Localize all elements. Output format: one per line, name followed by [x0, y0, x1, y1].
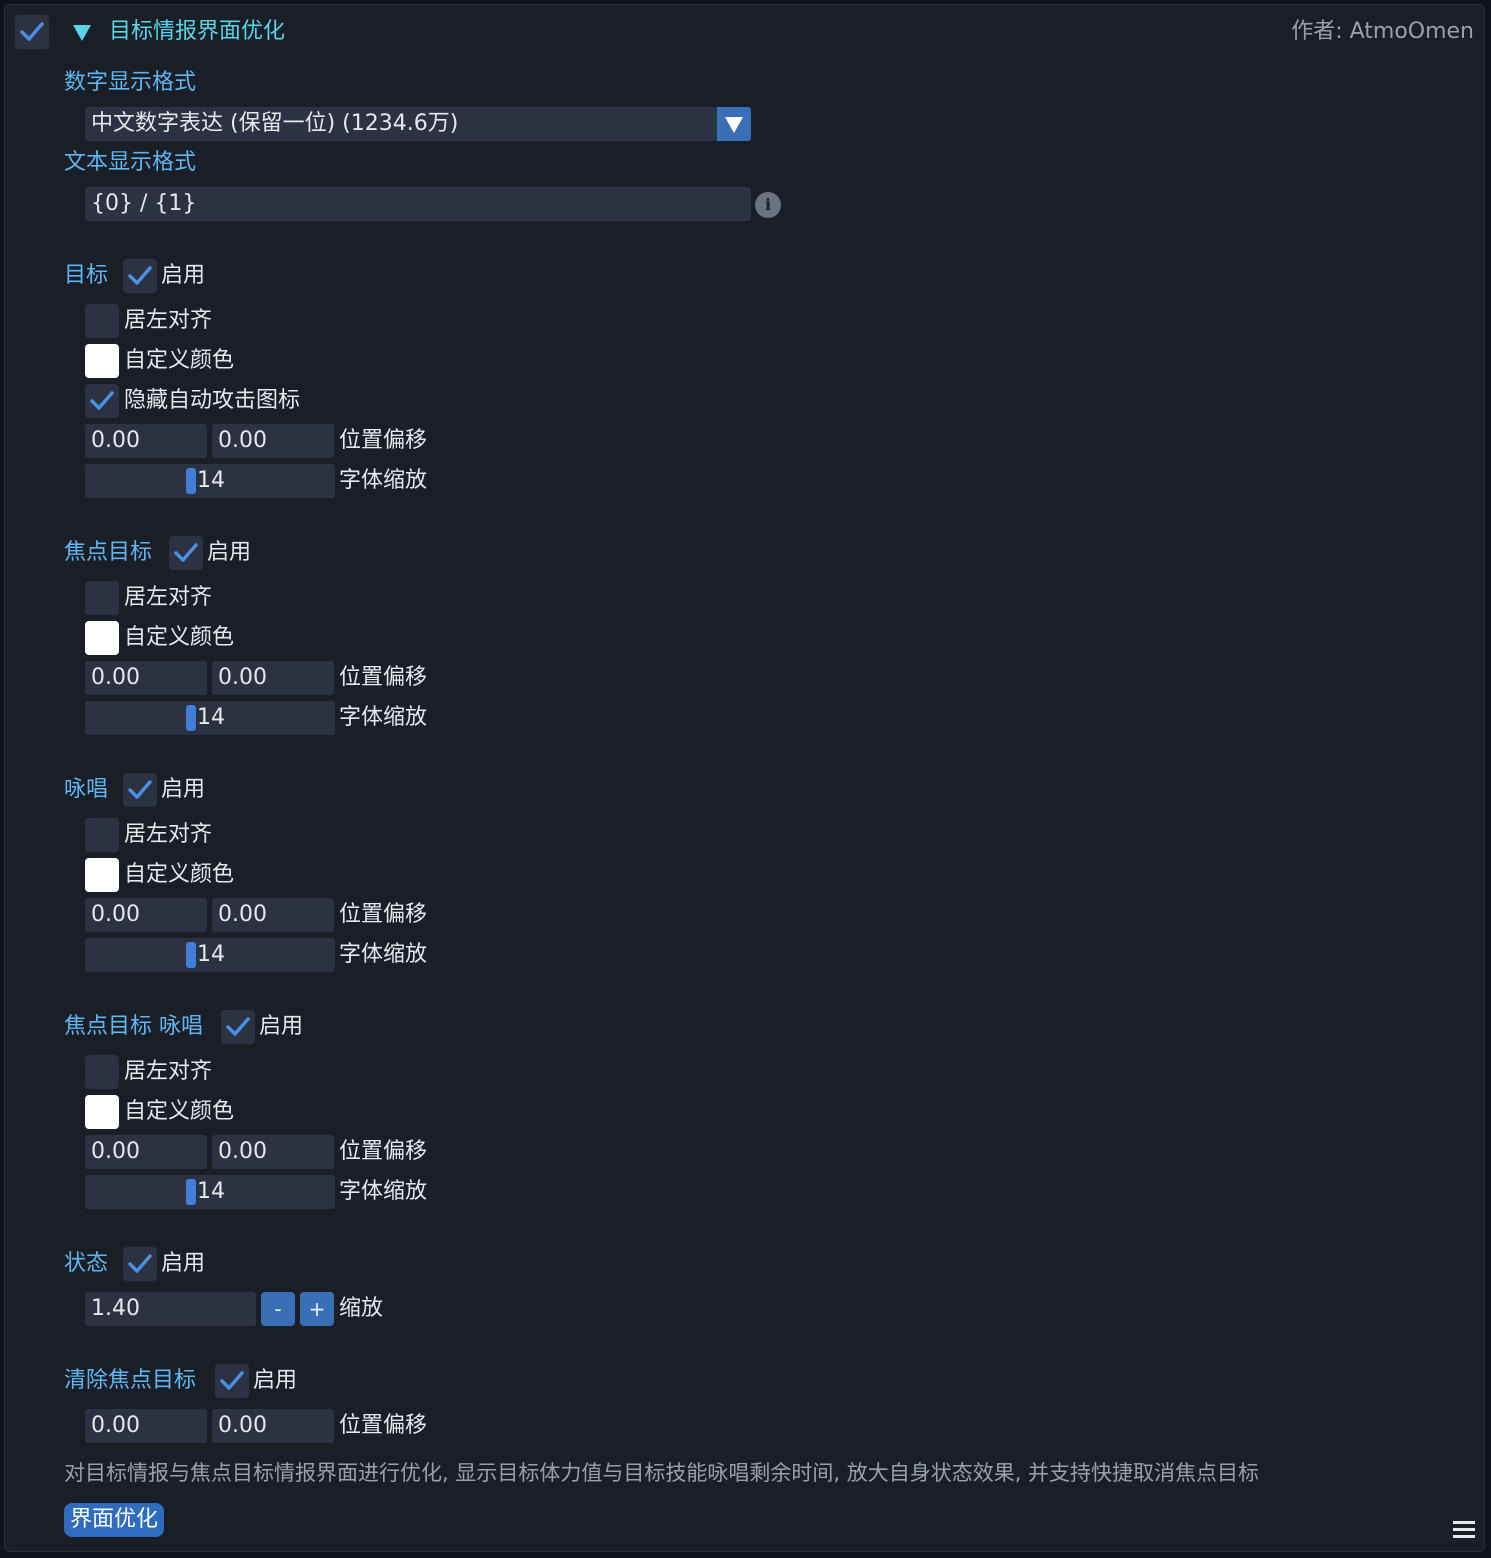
target-font-scale-slider[interactable]: 14: [85, 464, 335, 498]
module-description: 对目标情报与焦点目标情报界面进行优化, 显示目标体力值与目标技能咏唱剩余时间, …: [64, 1461, 1260, 1485]
target-align-left-checkbox[interactable]: [85, 304, 119, 338]
cast-enable-checkbox[interactable]: [123, 773, 157, 807]
status-scale-input[interactable]: 1.40: [85, 1292, 256, 1326]
focus-cast-offset-x-input[interactable]: 0.00: [85, 1135, 207, 1169]
focus-cast-enable-checkbox[interactable]: [221, 1010, 255, 1044]
focus-cast-align-left-checkbox[interactable]: [85, 1055, 119, 1089]
number-format-label: 数字显示格式: [64, 70, 197, 95]
focus-offset-x-input[interactable]: 0.00: [85, 661, 207, 695]
cast-enable-label: 启用: [161, 777, 206, 802]
focus-cast-custom-color-label: 自定义颜色: [124, 1099, 235, 1124]
dropdown-arrow[interactable]: [717, 107, 751, 141]
section-cast-title: 咏唱: [64, 777, 109, 802]
target-offset-x-input[interactable]: 0.00: [85, 424, 207, 458]
section-target-title: 目标: [64, 263, 109, 288]
focus-custom-color-label: 自定义颜色: [124, 625, 235, 650]
cast-font-scale-label: 字体缩放: [339, 942, 428, 967]
target-hide-auto-attack-label: 隐藏自动攻击图标: [124, 388, 301, 413]
section-status-title: 状态: [64, 1251, 109, 1276]
target-custom-color-label: 自定义颜色: [124, 348, 235, 373]
module-panel: 目标情报界面优化 作者: AtmoOmen 数字显示格式 中文数字表达 (保留一…: [4, 4, 1485, 1552]
checkmark-icon: [128, 1254, 152, 1273]
hamburger-menu-icon[interactable]: [1453, 1520, 1475, 1540]
focus-cast-offset-y-input[interactable]: 0.00: [212, 1135, 334, 1169]
author-label: 作者: AtmoOmen: [1291, 19, 1474, 44]
target-enable-label: 启用: [161, 263, 206, 288]
cast-offset-label: 位置偏移: [339, 902, 428, 927]
focus-cast-align-left-label: 居左对齐: [124, 1059, 213, 1084]
clear-focus-enable-label: 启用: [253, 1368, 298, 1393]
slider-value: 14: [197, 705, 225, 730]
focus-cast-offset-label: 位置偏移: [339, 1139, 428, 1164]
text-format-input[interactable]: {0} / {1}: [85, 187, 751, 221]
status-enable-checkbox[interactable]: [123, 1247, 157, 1281]
cast-custom-color-checkbox[interactable]: [85, 858, 119, 892]
target-enable-checkbox[interactable]: [123, 259, 157, 293]
status-scale-plus-button[interactable]: +: [300, 1292, 334, 1326]
target-font-scale-label: 字体缩放: [339, 468, 428, 493]
status-scale-label: 缩放: [339, 1296, 384, 1321]
slider-thumb[interactable]: [186, 1179, 196, 1205]
clear-focus-offset-label: 位置偏移: [339, 1413, 428, 1438]
cast-font-scale-slider[interactable]: 14: [85, 938, 335, 972]
target-offset-label: 位置偏移: [339, 428, 428, 453]
target-align-left-label: 居左对齐: [124, 308, 213, 333]
clear-focus-offset-x-input[interactable]: 0.00: [85, 1409, 207, 1443]
target-custom-color-checkbox[interactable]: [85, 344, 119, 378]
slider-value: 14: [197, 942, 225, 967]
focus-cast-font-scale-label: 字体缩放: [339, 1179, 428, 1204]
focus-cast-font-scale-slider[interactable]: 14: [85, 1175, 335, 1209]
number-format-dropdown[interactable]: 中文数字表达 (保留一位) (1234.6万): [85, 107, 751, 141]
triangle-down-icon[interactable]: [73, 25, 91, 41]
status-scale-minus-button[interactable]: -: [261, 1292, 295, 1326]
section-clear-focus-title: 清除焦点目标: [64, 1368, 197, 1393]
number-format-selected: 中文数字表达 (保留一位) (1234.6万): [91, 111, 459, 136]
target-offset-y-input[interactable]: 0.00: [212, 424, 334, 458]
cast-offset-y-input[interactable]: 0.00: [212, 898, 334, 932]
clear-focus-enable-checkbox[interactable]: [215, 1364, 249, 1398]
focus-offset-y-input[interactable]: 0.00: [212, 661, 334, 695]
checkmark-icon: [20, 22, 44, 41]
status-enable-label: 启用: [161, 1251, 206, 1276]
target-hide-auto-attack-checkbox[interactable]: [85, 384, 119, 418]
cast-offset-x-input[interactable]: 0.00: [85, 898, 207, 932]
focus-font-scale-label: 字体缩放: [339, 705, 428, 730]
focus-enable-label: 启用: [207, 540, 252, 565]
checkmark-icon: [174, 543, 198, 562]
focus-align-left-checkbox[interactable]: [85, 581, 119, 615]
focus-cast-custom-color-checkbox[interactable]: [85, 1095, 119, 1129]
checkmark-icon: [226, 1017, 250, 1036]
checkmark-icon: [128, 266, 152, 285]
checkmark-icon: [90, 391, 114, 410]
focus-offset-label: 位置偏移: [339, 665, 428, 690]
clear-focus-offset-y-input[interactable]: 0.00: [212, 1409, 334, 1443]
focus-custom-color-checkbox[interactable]: [85, 621, 119, 655]
focus-align-left-label: 居左对齐: [124, 585, 213, 610]
module-title[interactable]: 目标情报界面优化: [109, 17, 285, 47]
section-focus-title: 焦点目标: [64, 540, 153, 565]
slider-value: 14: [197, 1179, 225, 1204]
text-format-label: 文本显示格式: [64, 150, 197, 175]
slider-thumb[interactable]: [186, 705, 196, 731]
checkmark-icon: [220, 1371, 244, 1390]
slider-value: 14: [197, 468, 225, 493]
module-enable-checkbox[interactable]: [15, 15, 49, 49]
cast-align-left-label: 居左对齐: [124, 822, 213, 847]
slider-thumb[interactable]: [186, 942, 196, 968]
cast-align-left-checkbox[interactable]: [85, 818, 119, 852]
cast-custom-color-label: 自定义颜色: [124, 862, 235, 887]
focus-cast-enable-label: 启用: [259, 1014, 304, 1039]
focus-enable-checkbox[interactable]: [169, 536, 203, 570]
checkmark-icon: [128, 780, 152, 799]
focus-font-scale-slider[interactable]: 14: [85, 701, 335, 735]
slider-thumb[interactable]: [186, 468, 196, 494]
section-focus-cast-title: 焦点目标 咏唱: [64, 1014, 203, 1039]
info-icon[interactable]: i: [755, 192, 781, 218]
category-tag[interactable]: 界面优化: [64, 1503, 165, 1537]
triangle-down-icon: [725, 117, 743, 133]
